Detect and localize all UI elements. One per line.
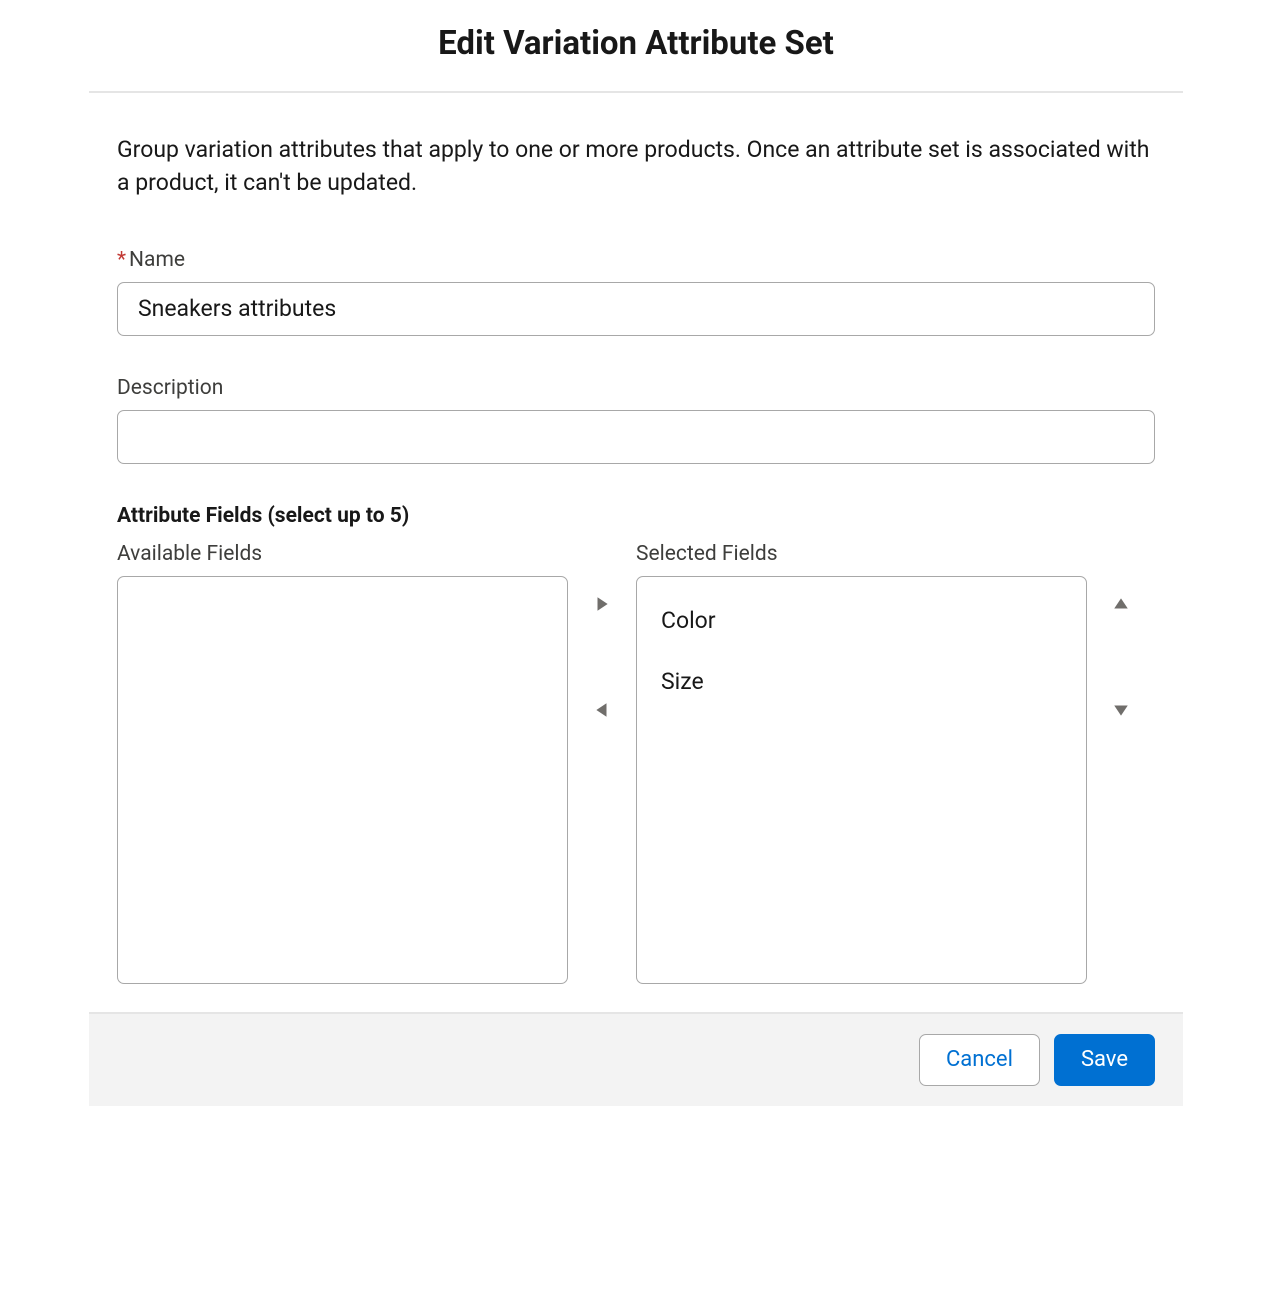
name-field-group: *Name: [117, 248, 1155, 336]
dialog-header: Edit Variation Attribute Set: [89, 0, 1183, 93]
description-input[interactable]: [117, 410, 1155, 464]
required-indicator: *: [117, 248, 126, 272]
description-field-group: Description: [117, 376, 1155, 464]
intro-text: Group variation attributes that apply to…: [117, 133, 1155, 200]
description-label: Description: [117, 376, 1155, 400]
attribute-fields-heading: Attribute Fields (select up to 5): [117, 504, 1155, 528]
dialog-body: Group variation attributes that apply to…: [89, 93, 1183, 1012]
dialog-footer: Cancel Save: [89, 1012, 1183, 1106]
available-fields-label: Available Fields: [117, 542, 568, 566]
reorder-buttons-column: [1087, 542, 1155, 726]
move-up-button[interactable]: [1105, 588, 1137, 620]
triangle-right-icon: [593, 595, 611, 613]
attribute-fields-section: Attribute Fields (select up to 5) Availa…: [117, 504, 1155, 984]
move-down-button[interactable]: [1105, 694, 1137, 726]
name-label: *Name: [117, 248, 1155, 272]
available-fields-column: Available Fields: [117, 542, 568, 984]
triangle-left-icon: [593, 701, 611, 719]
move-right-button[interactable]: [586, 588, 618, 620]
selected-fields-label: Selected Fields: [636, 542, 1087, 566]
move-buttons-column: [568, 542, 636, 726]
list-item[interactable]: Color: [657, 597, 1066, 644]
dual-listbox: Available Fields Selected Fields Color Si…: [117, 542, 1155, 984]
edit-variation-attribute-set-dialog: Edit Variation Attribute Set Group varia…: [89, 0, 1183, 1106]
list-item[interactable]: Size: [657, 658, 1066, 705]
cancel-button[interactable]: Cancel: [919, 1034, 1040, 1086]
triangle-down-icon: [1112, 701, 1130, 719]
triangle-up-icon: [1112, 595, 1130, 613]
dialog-title: Edit Variation Attribute Set: [89, 24, 1183, 63]
selected-fields-column: Selected Fields Color Size: [636, 542, 1087, 984]
save-button[interactable]: Save: [1054, 1034, 1155, 1086]
move-left-button[interactable]: [586, 694, 618, 726]
available-fields-listbox[interactable]: [117, 576, 568, 984]
selected-fields-listbox[interactable]: Color Size: [636, 576, 1087, 984]
name-input[interactable]: [117, 282, 1155, 336]
name-label-text: Name: [129, 248, 185, 272]
